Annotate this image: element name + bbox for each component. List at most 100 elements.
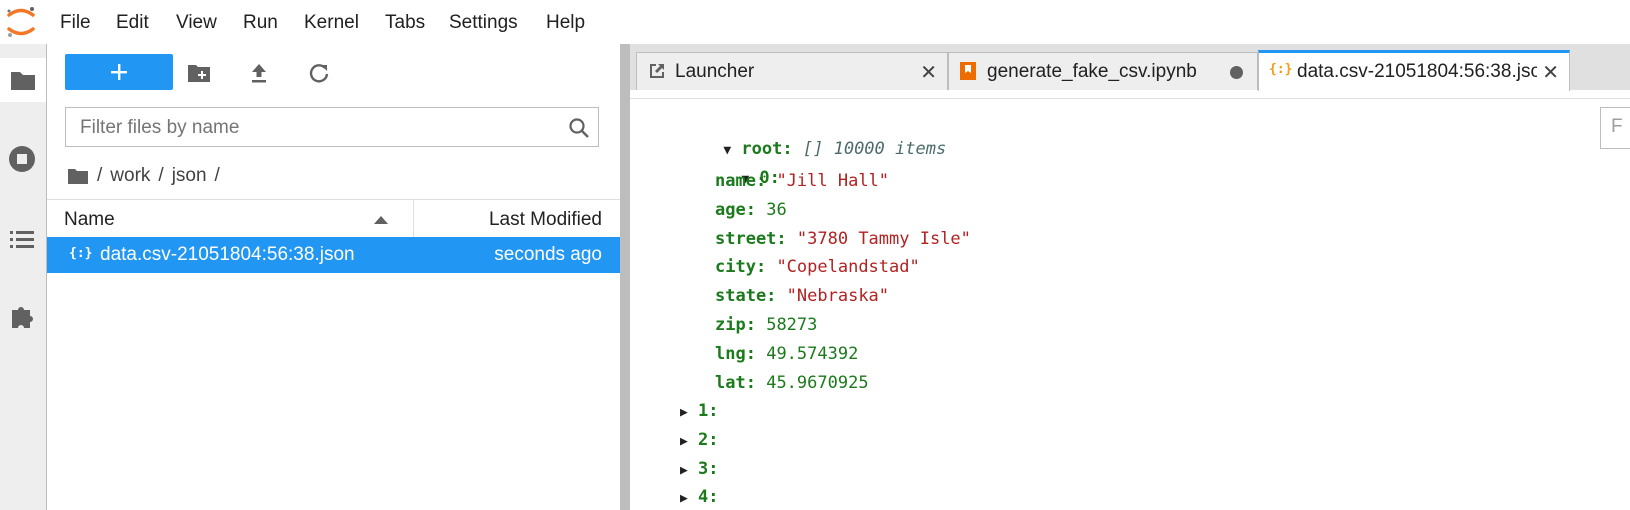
breadcrumb-separator: / bbox=[158, 165, 164, 186]
menu-settings[interactable]: Settings bbox=[449, 12, 518, 34]
tab-bar: Launcher ✕ generate_fake_csv.ipynb {:} d… bbox=[630, 44, 1630, 91]
json-field-line: name: "Jill Hall" bbox=[715, 168, 889, 194]
filter-box bbox=[65, 107, 599, 147]
json-key: street: bbox=[715, 228, 787, 249]
new-folder-button[interactable] bbox=[184, 58, 214, 88]
main-dock-area: Launcher ✕ generate_fake_csv.ipynb {:} d… bbox=[630, 44, 1630, 510]
search-icon bbox=[569, 118, 589, 138]
menu-tabs[interactable]: Tabs bbox=[385, 12, 425, 34]
menu-view[interactable]: View bbox=[176, 12, 217, 34]
close-icon[interactable]: ✕ bbox=[920, 60, 937, 85]
find-input[interactable]: F bbox=[1600, 107, 1630, 149]
extensions-tab[interactable] bbox=[0, 294, 44, 338]
json-key: zip: bbox=[715, 315, 756, 335]
json-root-line[interactable]: ▼ root: [] 10000 items bbox=[662, 110, 946, 159]
json-key: age: bbox=[715, 199, 756, 220]
menu-file[interactable]: File bbox=[60, 12, 91, 34]
json-type: [] bbox=[802, 139, 824, 159]
puzzle-icon bbox=[12, 307, 33, 328]
json-key: name: bbox=[715, 171, 767, 191]
menu-kernel[interactable]: Kernel bbox=[304, 12, 359, 34]
upload-icon bbox=[252, 64, 266, 83]
table-of-contents-tab[interactable] bbox=[0, 217, 44, 261]
file-modified: seconds ago bbox=[494, 244, 602, 265]
json-collapsed-item[interactable]: ▶ 3: bbox=[680, 456, 718, 482]
tab-json-file[interactable]: {:} data.csv-21051804:56:38.json ✕ bbox=[1258, 50, 1570, 91]
plus-icon bbox=[111, 64, 127, 80]
tab-notebook[interactable]: generate_fake_csv.ipynb bbox=[948, 52, 1258, 90]
json-key: 2: bbox=[698, 429, 719, 450]
close-icon[interactable]: ✕ bbox=[1542, 60, 1559, 85]
tab-label: data.csv-21051804:56:38.json bbox=[1297, 61, 1537, 82]
home-folder-icon[interactable] bbox=[67, 167, 89, 185]
tab-label: generate_fake_csv.ipynb bbox=[987, 61, 1197, 82]
json-collapsed-item[interactable]: ▶ 2: bbox=[680, 427, 718, 453]
menu-edit[interactable]: Edit bbox=[116, 12, 149, 34]
file-browser-tab[interactable] bbox=[0, 58, 46, 102]
json-key: lat: bbox=[715, 372, 756, 393]
file-name: data.csv-21051804:56:38.json bbox=[100, 244, 355, 265]
menu-help[interactable]: Help bbox=[546, 12, 585, 34]
tab-label: Launcher bbox=[675, 61, 755, 82]
panel-splitter[interactable] bbox=[620, 44, 630, 510]
jupyter-logo-icon bbox=[7, 7, 35, 37]
running-sessions-tab[interactable] bbox=[0, 137, 44, 181]
folder-icon bbox=[11, 72, 35, 90]
launch-icon bbox=[650, 64, 664, 78]
list-icon bbox=[10, 231, 34, 248]
json-value: "Copelandstad" bbox=[776, 257, 920, 278]
breadcrumb-separator: / bbox=[97, 165, 103, 186]
breadcrumb-separator: / bbox=[214, 165, 220, 186]
collapsed-arrow-icon[interactable]: ▶ bbox=[680, 486, 698, 510]
column-header-name[interactable]: Name bbox=[64, 209, 115, 231]
json-collapsed-item[interactable]: ▶ 4: bbox=[680, 484, 718, 510]
file-browser-panel: / work / json / Name Last Modified {:} d… bbox=[47, 44, 620, 510]
new-folder-icon bbox=[188, 65, 210, 82]
breadcrumb: / work / json / bbox=[67, 162, 228, 190]
json-field-line: lng: 49.574392 bbox=[715, 341, 858, 367]
listing-header: Name Last Modified bbox=[47, 199, 620, 238]
breadcrumb-work[interactable]: work bbox=[110, 165, 150, 187]
json-field-line: city: "Copelandstad" bbox=[715, 254, 920, 280]
menu-bar: File Edit View Run Kernel Tabs Settings … bbox=[0, 0, 1630, 44]
unsaved-dot-icon[interactable] bbox=[1230, 66, 1243, 79]
json-field-line: lat: 45.9670925 bbox=[715, 370, 869, 396]
column-divider[interactable] bbox=[413, 200, 414, 237]
json-value: "3780 Tammy Isle" bbox=[796, 228, 971, 249]
json-key: 3: bbox=[698, 458, 719, 479]
column-header-last-modified[interactable]: Last Modified bbox=[489, 209, 602, 231]
new-launcher-button[interactable] bbox=[65, 54, 173, 90]
json-key: lng: bbox=[715, 343, 756, 364]
tab-launcher[interactable]: Launcher ✕ bbox=[636, 52, 948, 90]
json-field-line: state: "Nebraska" bbox=[715, 283, 889, 309]
json-field-line: zip: 58273 bbox=[715, 312, 817, 338]
json-key: state: bbox=[715, 286, 777, 307]
json-value: 36 bbox=[766, 199, 787, 220]
refresh-icon bbox=[309, 64, 329, 83]
left-activity-bar bbox=[0, 44, 47, 510]
collapsed-arrow-icon[interactable]: ▶ bbox=[680, 458, 698, 484]
file-row-selected[interactable]: {:} data.csv-21051804:56:38.json seconds… bbox=[47, 237, 620, 273]
json-collapsed-item[interactable]: ▶ 1: bbox=[680, 398, 718, 424]
json-value: 58273 bbox=[766, 315, 818, 335]
json-count: 10000 items bbox=[833, 139, 947, 159]
json-value: "Jill Hall" bbox=[776, 171, 890, 191]
json-key: 4: bbox=[698, 487, 719, 508]
menu-run[interactable]: Run bbox=[243, 12, 278, 34]
collapsed-arrow-icon[interactable]: ▶ bbox=[680, 429, 698, 455]
json-viewer: ▼ root: [] 10000 items ▼ 0: name: "Jill Ha… bbox=[630, 98, 1630, 510]
stop-circle-icon bbox=[9, 146, 35, 172]
upload-button[interactable] bbox=[244, 58, 274, 88]
sort-ascending-icon bbox=[374, 216, 388, 224]
json-value: 45.9670925 bbox=[766, 372, 869, 393]
notebook-icon bbox=[960, 62, 976, 80]
filter-files-input[interactable] bbox=[78, 114, 552, 142]
collapsed-arrow-icon[interactable]: ▶ bbox=[680, 400, 698, 426]
json-field-line: age: 36 bbox=[715, 197, 787, 223]
breadcrumb-json[interactable]: json bbox=[172, 165, 207, 187]
json-item-line[interactable]: ▼ 0: bbox=[680, 139, 779, 188]
json-file-icon: {:} bbox=[69, 246, 93, 261]
json-field-line: street: "3780 Tammy Isle" bbox=[715, 226, 971, 252]
refresh-button[interactable] bbox=[304, 58, 334, 88]
json-value: "Nebraska" bbox=[786, 286, 890, 307]
